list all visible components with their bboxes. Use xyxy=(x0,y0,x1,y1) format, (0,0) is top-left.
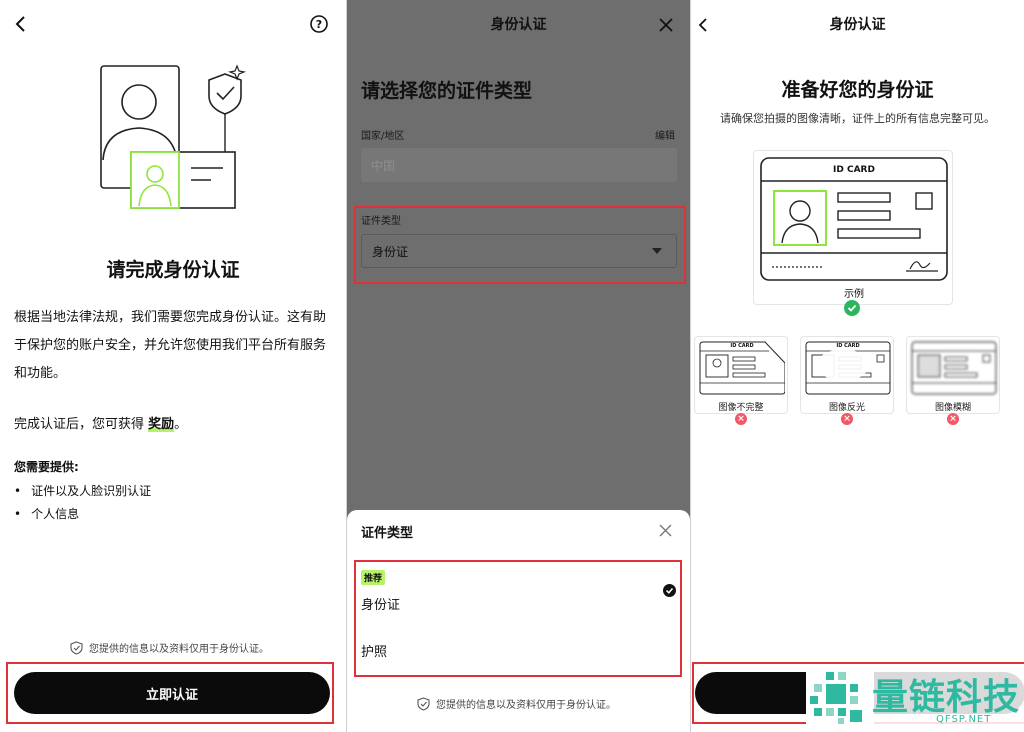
id-card-illustration xyxy=(760,157,948,281)
doc-type-sheet: 证件类型 推荐 身份证 护照 您提供的信息以及资料仅用于身份认证。 xyxy=(347,510,690,732)
invalid-x-icon: × xyxy=(735,413,747,425)
privacy-text: 您提供的信息以及资料仅用于身份认证。 xyxy=(436,700,616,711)
back-icon[interactable] xyxy=(10,12,32,36)
header-title: 身份认证 xyxy=(829,17,886,33)
page-heading: 准备好您的身份证 xyxy=(781,79,934,101)
list-item: 个人信息 xyxy=(14,503,151,526)
valid-check-icon xyxy=(844,300,860,316)
doc-type-value: 身份证 xyxy=(372,244,409,259)
id-card-partial-illustration xyxy=(699,341,785,395)
prepare-id-screen: 身份认证 准备好您的身份证 请确保您拍摄的图像清晰，证件上的所有信息完整可见。 … xyxy=(691,0,1024,732)
reward-highlight: 奖励 xyxy=(148,417,175,432)
example-card: ID CARD 示例 xyxy=(753,150,953,305)
country-field[interactable]: 中国 xyxy=(361,148,677,182)
doc-type-label: 证件类型 xyxy=(361,216,401,227)
privacy-text: 您提供的信息以及资料仅用于身份认证。 xyxy=(89,644,269,655)
list-item: 证件以及人脸识别认证 xyxy=(14,480,151,503)
option-passport[interactable]: 护照 xyxy=(361,641,387,660)
reward-suffix: 。 xyxy=(174,417,188,432)
shield-check-icon xyxy=(417,696,430,711)
brand-logo-icon xyxy=(810,672,862,724)
identity-illustration xyxy=(100,64,247,209)
highlight-box xyxy=(354,560,682,677)
help-icon[interactable]: ? xyxy=(309,14,329,34)
page-heading: 请选择您的证件类型 xyxy=(361,80,533,102)
card-label: ID CARD xyxy=(833,165,875,175)
watermark: 量链科技 QFSP.NET xyxy=(806,664,1024,732)
bad-label-blurry: 图像模糊 xyxy=(934,403,971,413)
watermark-brand: 量链科技 xyxy=(872,677,1021,718)
page-title: 请完成身份认证 xyxy=(106,259,240,281)
recommended-badge: 推荐 xyxy=(361,570,386,585)
intro-paragraph: 根据当地法律法规，我们需要您完成身份认证。这有助于保护您的账户安全，并允许您使用… xyxy=(14,310,327,381)
example-label: 示例 xyxy=(844,289,864,300)
document-type-screen: 身份认证 请选择您的证件类型 国家/地区 编辑 中国 证件类型 身份证 证件类型… xyxy=(347,0,690,732)
reward-text: 完成认证后，您可获得 奖励。 xyxy=(14,413,187,432)
card-label: ID CARD xyxy=(836,343,860,349)
watermark-domain: QFSP.NET xyxy=(936,714,992,725)
edit-link[interactable]: 编辑 xyxy=(655,127,675,142)
shield-check-icon xyxy=(70,640,83,655)
invalid-x-icon: × xyxy=(947,413,959,425)
bad-label-incomplete: 图像不完整 xyxy=(718,403,764,413)
dropdown-caret-icon xyxy=(652,248,662,254)
instruction-text: 请确保您拍摄的图像清晰，证件上的所有信息完整可见。 xyxy=(720,112,995,125)
sheet-title: 证件类型 xyxy=(361,526,414,541)
intro-screen: ? 请完成身份认证 根据当地法律法规，我们需要您完成身份认证。这有助于保护您的账… xyxy=(0,0,346,732)
doc-type-select[interactable]: 身份证 xyxy=(361,234,677,268)
bad-label-glare: 图像反光 xyxy=(828,403,865,413)
id-card-glare-illustration xyxy=(805,341,891,395)
option-id-card[interactable]: 身份证 xyxy=(361,594,400,613)
need-label: 您需要提供: xyxy=(14,460,79,474)
verify-now-button[interactable]: 立即认证 xyxy=(14,672,330,714)
id-card-blurry-illustration xyxy=(911,341,997,395)
invalid-x-icon: × xyxy=(841,413,853,425)
selected-check-icon xyxy=(662,583,676,597)
requirement-list: 证件以及人脸识别认证 个人信息 xyxy=(14,480,151,526)
country-label: 国家/地区 xyxy=(361,131,405,142)
sheet-close-icon[interactable] xyxy=(655,520,675,540)
svg-text:?: ? xyxy=(316,18,322,31)
card-label: ID CARD xyxy=(730,343,754,349)
close-icon[interactable] xyxy=(655,14,677,36)
privacy-note: 您提供的信息以及资料仅用于身份认证。 xyxy=(417,696,616,711)
header-title: 身份认证 xyxy=(490,17,547,33)
reward-prefix: 完成认证后，您可获得 xyxy=(14,417,149,432)
privacy-note: 您提供的信息以及资料仅用于身份认证。 xyxy=(70,640,269,655)
screenshot-stage: ? 请完成身份认证 根据当地法律法规，我们需要您完成身份认证。这有助于保护您的账… xyxy=(0,0,1024,732)
